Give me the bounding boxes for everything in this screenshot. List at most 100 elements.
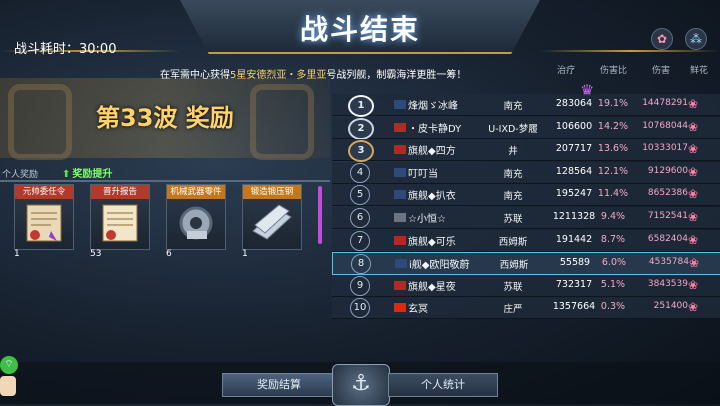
tab-boost-label: 奖励提升 [72, 169, 113, 180]
reward-card[interactable]: 锻造锻压钢 [242, 184, 302, 250]
flower-icon[interactable]: ❀ [689, 256, 699, 270]
flag-icon [394, 167, 406, 177]
player-damage-ratio: 0.3% [600, 301, 626, 313]
tab-personal-rewards[interactable]: 个人奖励 [2, 167, 38, 180]
flower-icon[interactable]: ❀ [688, 210, 698, 224]
player-name: 旗舰◆四方 [408, 146, 456, 158]
column-header-heal: 治疗 [557, 66, 576, 76]
flag-icon [394, 122, 406, 132]
personal-stats-button[interactable]: 个人统计 [388, 373, 498, 397]
column-header-ratio: 伤害比 [600, 66, 628, 76]
reward-card-label: 机械武器零件 [167, 185, 225, 199]
table-row[interactable]: 7 旗舰◆可乐 西姆斯 191442 8.7% 6582404 ❀ [332, 229, 720, 252]
player-damage: 10333017 [642, 143, 688, 154]
rank-badge: 3 [348, 140, 374, 163]
up-arrow-icon: ⬆ [62, 169, 71, 180]
rank-badge: 1 [348, 95, 374, 117]
wave-ornament-right [250, 84, 314, 160]
flower-icon[interactable]: ❀ [688, 278, 698, 292]
table-row[interactable]: 8 i舰◆欧阳敬蔚 西姆斯 55589 6.0% 4535784 ❀ [332, 252, 720, 276]
table-row[interactable]: 9 旗舰◆星夜 苏联 732317 5.1% 3843539 ❀ [332, 274, 720, 297]
rank-badge: 5 [350, 185, 370, 206]
player-guild: 苏联 [503, 281, 523, 293]
rank-badge: 9 [350, 275, 370, 296]
player-damage-ratio: 6.0% [601, 257, 627, 269]
flag-icon [394, 303, 406, 313]
tab-reward-boost[interactable]: ⬆ 奖励提升 [62, 165, 112, 180]
player-damage-ratio: 13.6% [597, 143, 629, 155]
player-name: 旗舰◆可乐 [408, 236, 456, 248]
flower-icon[interactable]: ❀ [688, 300, 698, 314]
rank-badge: 6 [350, 208, 370, 228]
flower-icon[interactable]: ❀ [688, 97, 698, 111]
player-guild: U-IXD-梦履 [488, 123, 538, 135]
player-damage: 9129600 [647, 165, 688, 176]
player-name: 玄冥 [408, 304, 428, 316]
table-row[interactable]: 5 旗舰◆扒衣 南充 195247 11.4% 8652386 ❀ [332, 184, 720, 207]
table-row[interactable]: 3 旗舰◆四方 井 207717 13.6% 10333017 ❀ [332, 139, 720, 163]
share-button[interactable]: ⁂ [685, 28, 707, 50]
table-row[interactable]: 2 ・皮卡静DY U-IXD-梦履 106600 14.2% 10768044 … [332, 116, 720, 140]
flower-icon[interactable]: ❀ [688, 120, 698, 134]
player-name: ・皮卡静DY [408, 123, 462, 135]
battle-time: 战斗耗时：30:00 [14, 42, 117, 57]
player-name: 烽烟ゞ冰峰 [408, 101, 458, 112]
flag-icon [394, 100, 406, 109]
player-guild: 西姆斯 [498, 236, 528, 248]
reward-settlement-button[interactable]: 奖励结算 [222, 373, 336, 397]
header-divider-right [540, 50, 720, 52]
notice-suffix: 号战列舰，制霸海洋更胜一筹！ [326, 70, 467, 81]
reward-card[interactable]: 晋升报告 [90, 184, 150, 250]
player-damage: 3843539 [647, 278, 688, 289]
reward-card[interactable]: 机械武器零件 [166, 184, 226, 250]
reward-count: 6 [166, 249, 172, 259]
reward-card-label: 元帅委任令 [15, 185, 73, 199]
reward-count: 53 [90, 249, 102, 259]
reward-tabs: 个人奖励 ⬆ 奖励提升 [0, 167, 300, 181]
flower-icon[interactable]: ❀ [688, 142, 698, 156]
player-damage: 7152541 [647, 211, 688, 221]
player-damage: 6582404 [647, 233, 688, 244]
flag-icon [394, 190, 406, 200]
steel-plate-icon [252, 204, 292, 240]
rank-badge: 10 [350, 298, 370, 319]
player-name: 叮叮当 [408, 168, 438, 180]
flag-icon [394, 213, 406, 222]
player-damage: 4535784 [648, 257, 689, 268]
reward-divider [0, 180, 330, 182]
table-row[interactable]: 4 叮叮当 南充 128564 12.1% 9129600 ❀ [332, 161, 720, 184]
wave-ornament-left [8, 84, 72, 160]
player-damage-ratio: 14.2% [597, 120, 629, 132]
reward-card[interactable]: 元帅委任令 [14, 184, 74, 250]
reward-scrollbar[interactable] [318, 186, 322, 244]
scroll-icon [26, 204, 62, 242]
player-damage-ratio: 5.1% [600, 278, 626, 290]
footprint-icon: ⁂ [690, 32, 702, 46]
flower-icon[interactable]: ❀ [688, 233, 698, 247]
table-row[interactable]: 10 玄冥 庄严 1357664 0.3% 251400 ❀ [332, 297, 720, 320]
table-row[interactable]: 1 烽烟ゞ冰峰 南充 283064 19.1% 14478291 ❀ [332, 94, 720, 117]
player-guild: 庄严 [503, 304, 523, 316]
flower-icon[interactable]: ❀ [688, 165, 698, 179]
player-damage-ratio: 8.7% [600, 233, 626, 245]
flag-icon [394, 235, 406, 245]
avatar[interactable] [0, 376, 16, 396]
gear-part-icon [179, 206, 213, 240]
column-header-flower: 鲜花 [690, 66, 709, 76]
player-damage: 251400 [653, 301, 688, 312]
player-damage: 10768044 [642, 120, 688, 131]
player-damage-ratio: 19.1% [597, 98, 629, 109]
table-row[interactable]: 6 ☆小恒☆ 苏联 1211328 9.4% 7152541 ❀ [332, 207, 720, 229]
reward-count: 1 [14, 249, 20, 259]
rank-badge: 8 [351, 254, 371, 275]
player-name: 旗舰◆星夜 [408, 281, 456, 293]
player-damage-ratio: 11.4% [597, 188, 629, 200]
column-header-damage: 伤害 [652, 66, 671, 76]
flower-button[interactable]: ✿ [651, 28, 673, 50]
flower-icon[interactable]: ❀ [688, 187, 698, 201]
player-name: i舰◆欧阳敬蔚 [409, 260, 470, 272]
rank-badge: 7 [350, 230, 370, 251]
flag-icon [394, 145, 406, 155]
player-name: 旗舰◆扒衣 [408, 191, 456, 203]
player-guild: 南充 [503, 191, 523, 203]
